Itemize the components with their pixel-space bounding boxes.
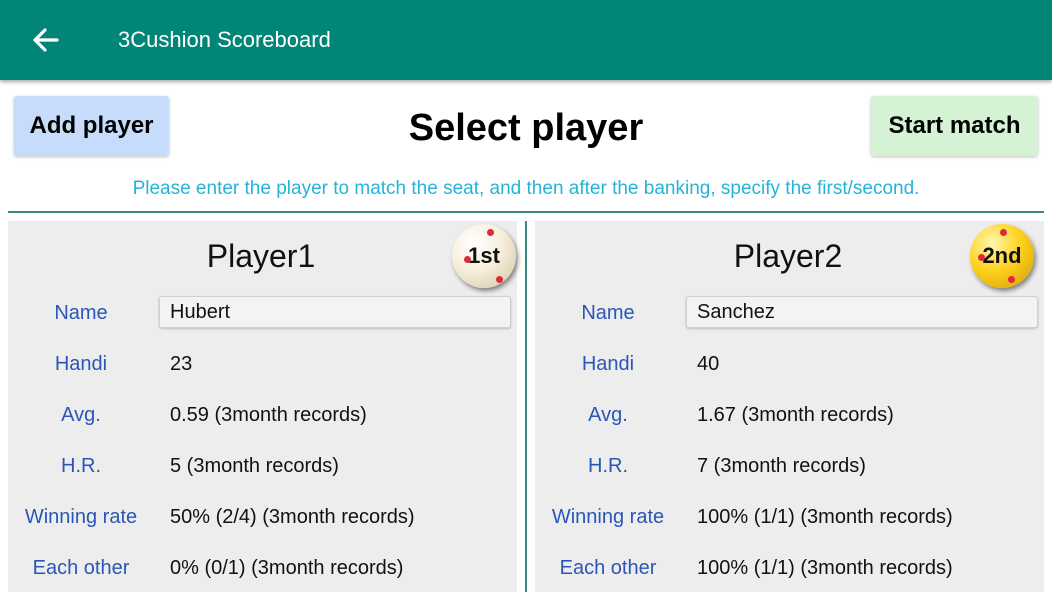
avg-label: Avg. xyxy=(588,404,628,426)
hr-label: H.R. xyxy=(61,455,101,477)
first-order-ball-icon[interactable]: 1st xyxy=(452,224,516,288)
player1-panel: Player1 1st Name Hubert Handi 23 Avg. 0.… xyxy=(8,221,517,592)
player2-each-other-value: 100% (1/1) (3month records) xyxy=(697,557,953,579)
ball-dot xyxy=(1008,276,1015,283)
hr-label: H.R. xyxy=(588,455,628,477)
winning-rate-label: Winning rate xyxy=(24,506,138,528)
player1-handi-value: 23 xyxy=(170,353,193,375)
player2-hr-value: 7 (3month records) xyxy=(697,455,866,477)
back-button[interactable] xyxy=(24,20,68,60)
player2-panel: Player2 Name Sanchez Handi 40 Avg. 1.67 … xyxy=(535,221,1044,592)
player1-hr-value: 5 (3month records) xyxy=(170,455,339,477)
name-label: Name xyxy=(581,302,635,324)
each-other-label: Each other xyxy=(32,557,130,579)
app-title: 3Cushion Scoreboard xyxy=(118,27,331,52)
ball-dot xyxy=(464,256,471,263)
divider xyxy=(8,211,1044,213)
player1-avg-value: 0.59 (3month records) xyxy=(170,404,367,426)
ball-dot xyxy=(487,229,494,236)
order-badge: 1st xyxy=(468,243,500,268)
second-order-ball-icon[interactable]: 2nd xyxy=(970,224,1034,288)
player1-name-field[interactable]: Hubert xyxy=(159,296,511,328)
avg-label: Avg. xyxy=(61,404,101,426)
panel-divider xyxy=(525,221,527,592)
player2-winning-rate-value: 100% (1/1) (3month records) xyxy=(697,506,953,528)
handi-label: Handi xyxy=(54,353,108,375)
instruction-text: Please enter the player to match the sea… xyxy=(132,178,920,199)
player1-winning-rate-value: 50% (2/4) (3month records) xyxy=(170,506,415,528)
name-label: Name xyxy=(54,302,108,324)
handi-label: Handi xyxy=(581,353,635,375)
arrow-left-icon xyxy=(33,28,59,52)
player2-handi-value: 40 xyxy=(697,353,720,375)
player2-title: Player2 xyxy=(733,238,843,274)
player2-name-field[interactable]: Sanchez xyxy=(686,296,1038,328)
ball-dot xyxy=(978,254,985,261)
ball-dot xyxy=(1000,229,1007,236)
player2-avg-value: 1.67 (3month records) xyxy=(697,404,894,426)
player1-title: Player1 xyxy=(206,238,316,274)
each-other-label: Each other xyxy=(559,557,657,579)
order-badge: 2nd xyxy=(982,243,1022,268)
ball-dot xyxy=(496,276,503,283)
player1-each-other-value: 0% (0/1) (3month records) xyxy=(170,557,404,579)
app-bar: 3Cushion Scoreboard xyxy=(0,0,1052,80)
start-match-button[interactable]: Start match xyxy=(871,96,1038,156)
winning-rate-label: Winning rate xyxy=(551,506,665,528)
